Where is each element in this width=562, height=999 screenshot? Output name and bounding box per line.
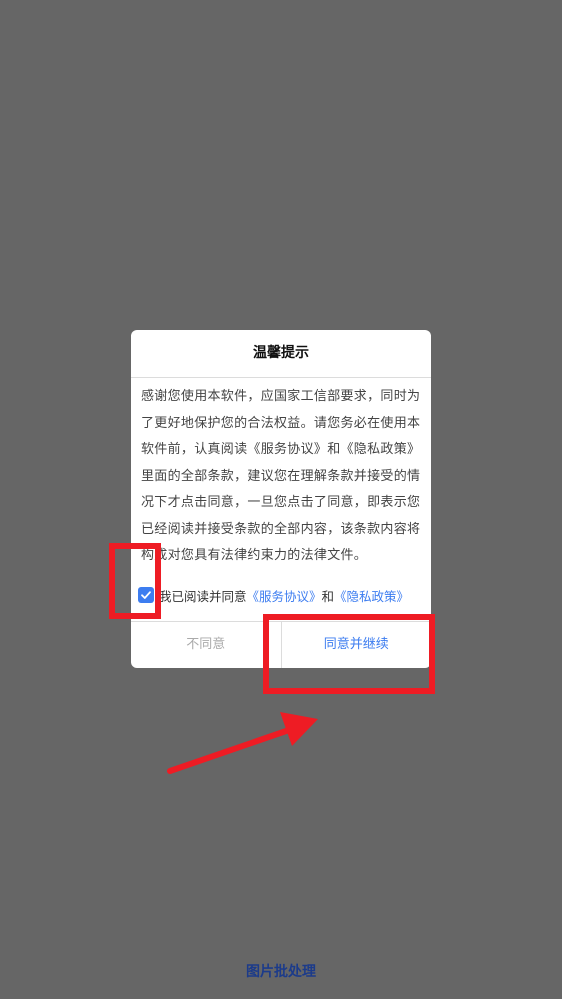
bottom-app-label: 图片批处理 [246, 964, 316, 980]
pointer-arrow-icon [167, 712, 318, 774]
